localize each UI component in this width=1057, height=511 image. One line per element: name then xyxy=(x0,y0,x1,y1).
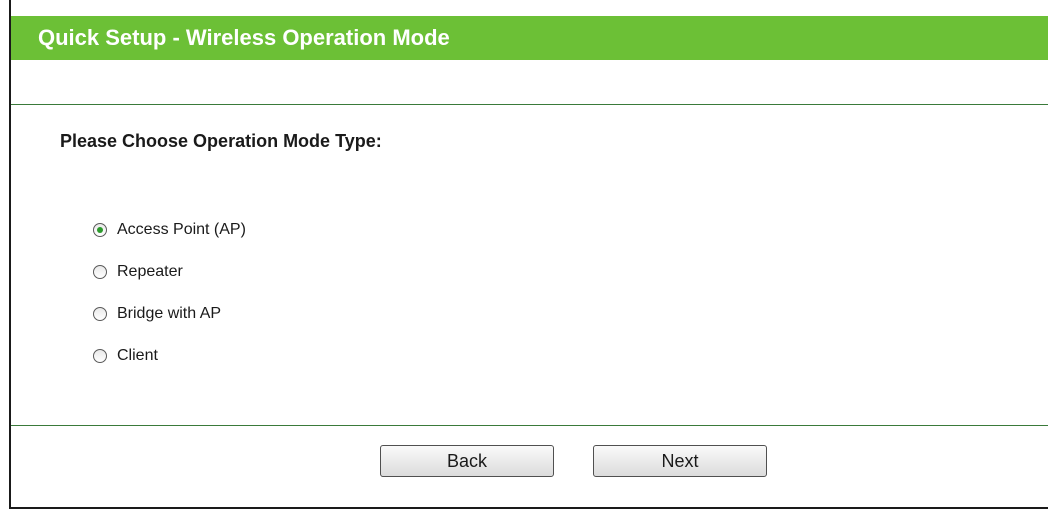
option-access-point[interactable]: Access Point (AP) xyxy=(93,218,246,241)
operation-mode-question: Please Choose Operation Mode Type: xyxy=(60,131,382,151)
radio-bridge-with-ap[interactable] xyxy=(93,306,107,321)
back-button[interactable]: Back xyxy=(380,445,554,477)
radio-access-point[interactable] xyxy=(93,222,107,237)
setup-panel: Quick Setup - Wireless Operation Mode Pl… xyxy=(9,0,1048,509)
option-repeater[interactable]: Repeater xyxy=(93,260,246,283)
option-bridge-with-ap[interactable]: Bridge with AP xyxy=(93,302,246,325)
option-label: Access Point (AP) xyxy=(117,220,246,238)
page-title: Quick Setup - Wireless Operation Mode xyxy=(11,16,1048,60)
radio-client[interactable] xyxy=(93,348,107,363)
option-label: Bridge with AP xyxy=(117,304,222,322)
option-label: Client xyxy=(117,346,158,364)
radio-repeater[interactable] xyxy=(93,264,107,279)
divider-top xyxy=(11,104,1048,105)
operation-mode-options: Access Point (AP) Repeater Bridge with A… xyxy=(93,218,246,386)
divider-bottom xyxy=(11,425,1048,426)
option-client[interactable]: Client xyxy=(93,344,246,367)
option-label: Repeater xyxy=(117,262,183,280)
next-button[interactable]: Next xyxy=(593,445,767,477)
